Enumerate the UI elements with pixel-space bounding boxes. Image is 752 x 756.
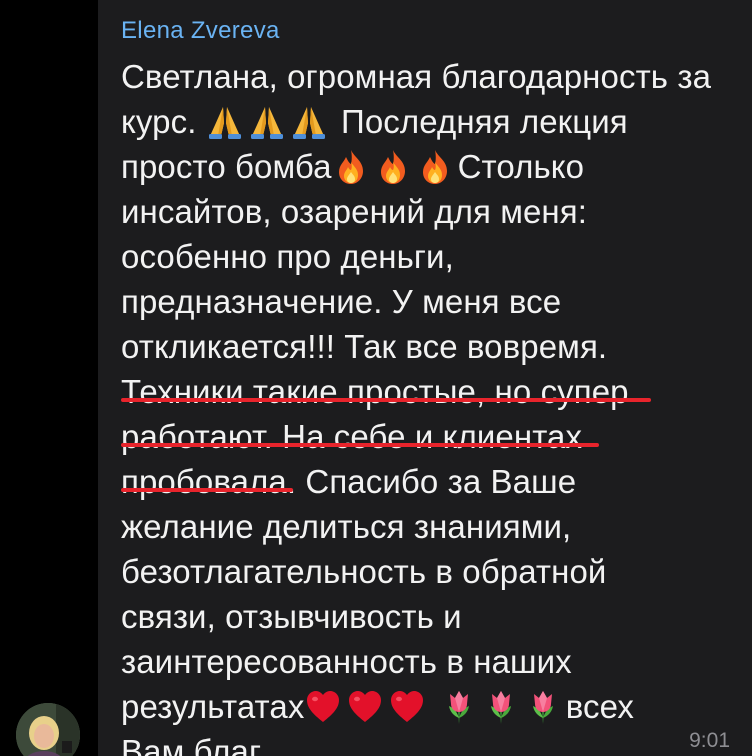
message-text: Светлана, огромная благодарность за курс.… — [121, 54, 746, 756]
message-text-segment: Светлана, огромная благодарность за — [121, 58, 712, 95]
message-text-segment: Техники такие простые, но супер — [121, 373, 629, 410]
message-line: работают. На себе и клиентах — [121, 414, 746, 459]
message-text-segment: особенно про деньги, — [121, 238, 454, 275]
message-text-segment: курс. — [121, 103, 206, 140]
sender-avatar[interactable] — [16, 703, 80, 756]
message-text-segment: результатах — [121, 688, 305, 725]
message-text-segment: откликается!!! Так все вовремя. — [121, 328, 608, 365]
heart-icon — [388, 688, 426, 726]
message-line: курс. Последняя лекция — [121, 99, 746, 144]
pray-icon — [206, 103, 244, 141]
message-line: Светлана, огромная благодарность за — [121, 54, 746, 99]
message-text-segment: работают. На себе и клиентах — [121, 418, 583, 455]
red-highlight-underline — [121, 488, 293, 492]
sender-name[interactable]: Elena Zvereva — [121, 16, 280, 46]
message-text-segment: желание делиться знаниями, — [121, 508, 572, 545]
message-timestamp: 9:01 — [689, 729, 730, 752]
message-line: пробовала. Спасибо за Ваше — [121, 459, 746, 504]
pray-icon — [248, 103, 286, 141]
message-line: результатах всех — [121, 684, 746, 729]
message-line: заинтересованность в наших — [121, 639, 746, 684]
message-line: инсайтов, озарений для меня: — [121, 189, 746, 234]
message-text-segment: инсайтов, озарений для меня: — [121, 193, 587, 230]
message-line: связи, отзывчивость и — [121, 594, 746, 639]
fire-icon — [332, 148, 370, 186]
pray-icon — [290, 103, 328, 141]
message-line: откликается!!! Так все вовремя. — [121, 324, 746, 369]
tulip-icon — [440, 688, 478, 726]
message-line: безотлагательность в обратной — [121, 549, 746, 594]
message-line: Техники такие простые, но супер — [121, 369, 746, 414]
message-text-segment: Столько — [457, 148, 585, 185]
heart-icon — [304, 688, 342, 726]
message-line: желание делиться знаниями, — [121, 504, 746, 549]
message-line: просто бомба Столько — [121, 144, 746, 189]
message-text-segment: заинтересованность в наших — [121, 643, 572, 680]
message-text-segment: пробовала. Спасибо за Ваше — [121, 463, 577, 500]
tulip-icon — [524, 688, 562, 726]
message-text-segment: Вам благ — [121, 733, 262, 756]
message-text-segment: предназначение. У меня все — [121, 283, 562, 320]
message-line: особенно про деньги, — [121, 234, 746, 279]
red-highlight-underline — [121, 398, 651, 402]
message-text-segment: Последняя лекция — [331, 103, 628, 140]
message-text-segment: связи, отзывчивость и — [121, 598, 462, 635]
message-text-segment: просто бомба — [121, 148, 332, 185]
message-text-segment: безотлагательность в обратной — [121, 553, 607, 590]
message-text-segment — [430, 688, 439, 725]
avatar-photo-icon — [16, 703, 80, 756]
tulip-icon — [482, 688, 520, 726]
fire-icon — [416, 148, 454, 186]
message-line: предназначение. У меня все — [121, 279, 746, 324]
red-highlight-underline — [121, 443, 599, 447]
message-line: Вам благ — [121, 729, 746, 756]
chat-screen: Elena Zvereva Светлана, огромная благода… — [0, 0, 752, 756]
heart-icon — [346, 688, 384, 726]
fire-icon — [374, 148, 412, 186]
message-text-segment: всех — [565, 688, 634, 725]
